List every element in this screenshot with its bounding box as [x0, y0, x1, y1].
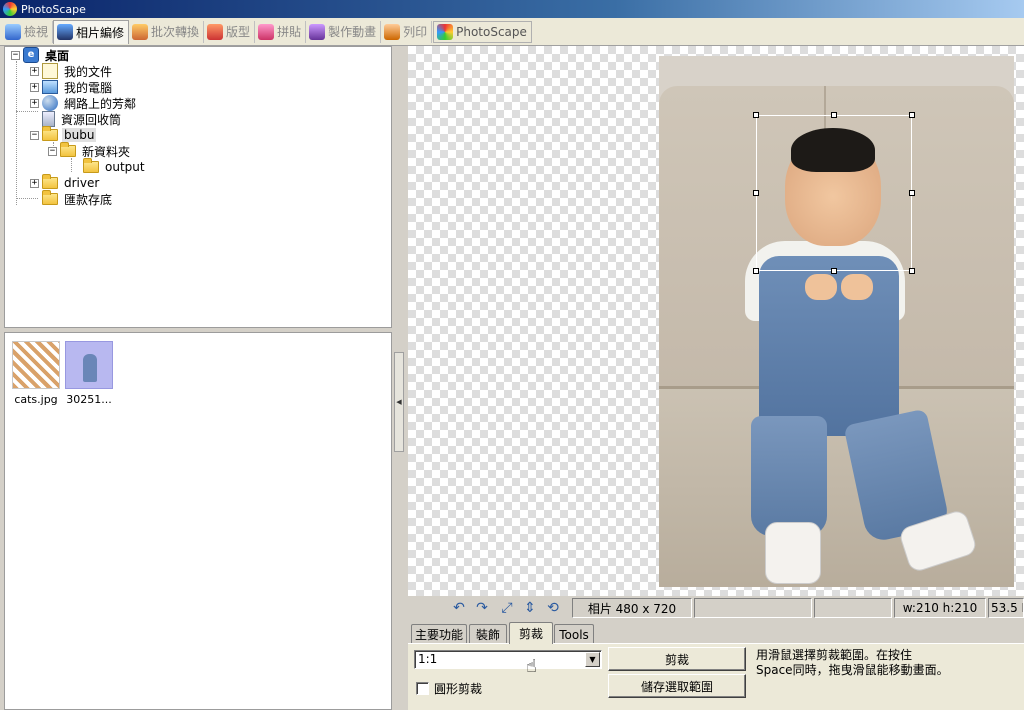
desktop-icon: e [23, 47, 39, 63]
checkbox-box[interactable] [416, 682, 429, 695]
crop-handle[interactable] [831, 112, 837, 118]
tab-crop[interactable]: 剪裁 [509, 622, 553, 644]
print-icon [384, 23, 401, 40]
combine-icon [258, 23, 275, 40]
crop-handle[interactable] [753, 112, 759, 118]
editor-icon [57, 24, 74, 40]
photoscape-icon [437, 23, 454, 40]
viewer-icon [5, 23, 21, 40]
hand-cursor-icon: ☝ [526, 656, 537, 677]
crop-handle[interactable] [753, 190, 759, 196]
thumbnail-image [12, 341, 60, 389]
batch-icon [132, 23, 149, 40]
tree-node-network[interactable]: + 網路上的芳鄰 [30, 95, 138, 111]
status-cell-empty [814, 598, 892, 618]
save-selection-button[interactable]: 儲存選取範圍 [608, 674, 746, 698]
tab-editor[interactable]: 相片編修 [53, 19, 130, 44]
thumbnail-item[interactable]: cats.jpg [12, 341, 60, 406]
actual-size-icon[interactable]: ⟲ [545, 600, 561, 616]
tab-page[interactable]: 版型 [204, 20, 256, 43]
crop-handle[interactable] [753, 268, 759, 274]
arrow-left-icon: ◀ [396, 398, 402, 406]
thumbnail-item[interactable]: 30251... [65, 341, 113, 406]
tree-node-remittance[interactable]: 匯款存底 [42, 190, 114, 207]
rotate-right-icon[interactable]: ↷ [474, 600, 490, 616]
circle-crop-checkbox[interactable]: 圓形剪裁 [416, 680, 482, 697]
expand-toggle[interactable]: + [30, 98, 39, 108]
collapse-toggle[interactable]: − [30, 130, 39, 140]
tab-animated-gif[interactable]: 製作動畫 [306, 20, 382, 43]
crop-handle[interactable] [831, 268, 837, 274]
tab-decoration[interactable]: 裝飾 [469, 624, 507, 644]
thumbnail-filename: 30251... [66, 393, 112, 406]
folder-icon [83, 158, 99, 173]
crop-ratio-select[interactable]: 1:1 ▼ [414, 650, 602, 669]
rotate-left-icon[interactable]: ↶ [451, 600, 467, 616]
computer-icon [42, 80, 58, 94]
folder-icon [42, 190, 58, 205]
photoscape-logo-icon [3, 2, 17, 16]
expand-toggle[interactable]: + [30, 66, 39, 76]
collapse-left-panel-button[interactable]: ◀ [394, 352, 404, 452]
dropdown-arrow-icon[interactable]: ▼ [585, 652, 600, 667]
expand-toggle[interactable]: + [30, 178, 39, 188]
collapse-toggle[interactable]: − [48, 146, 57, 156]
folder-open-icon [42, 126, 58, 141]
tree-node-new-folder[interactable]: − 新資料夾 [48, 142, 132, 159]
crop-button[interactable]: 剪裁 [608, 647, 746, 671]
tab-batch[interactable]: 批次轉換 [129, 20, 205, 43]
title-bar: PhotoScape [0, 0, 1024, 18]
tab-tools[interactable]: Tools [554, 624, 594, 644]
tab-viewer[interactable]: 檢視 [2, 20, 54, 43]
window-title: PhotoScape [21, 2, 86, 16]
folder-icon [42, 174, 58, 189]
crop-handle[interactable] [909, 268, 915, 274]
tab-print[interactable]: 列印 [381, 20, 433, 43]
recycle-bin-icon [42, 111, 55, 127]
tab-photoscape[interactable]: PhotoScape [433, 20, 532, 43]
tree-node-my-computer[interactable]: + 我的電腦 [30, 79, 114, 95]
tree-node-desktop[interactable]: − e 桌面 [11, 47, 71, 63]
tree-node-driver[interactable]: + driver [30, 174, 101, 191]
animation-icon [309, 23, 326, 40]
photo-size-readout: 相片 480 x 720 [572, 598, 692, 618]
folder-tree[interactable]: − e 桌面 + 我的文件 + 我的電腦 + 網路上的芳鄰 資源回收筒 − bu… [4, 46, 392, 328]
crop-hint-text: 用滑鼠選擇剪裁範圍。在按住 Space同時，拖曳滑鼠能移動畫面。 [756, 648, 949, 677]
thumbnail-panel: cats.jpg 30251... [4, 332, 392, 710]
page-icon [207, 23, 224, 40]
collapse-toggle[interactable]: − [11, 50, 20, 60]
thumbnail-image [65, 341, 113, 389]
folder-icon [60, 142, 76, 157]
main-toolbar: 檢視 相片編修 批次轉換 版型 拼貼 製作動畫 列印 PhotoScape [0, 18, 1024, 46]
thumbnail-filename: cats.jpg [14, 393, 58, 406]
tree-node-output[interactable]: output [83, 158, 147, 175]
crop-handle[interactable] [909, 112, 915, 118]
expand-toggle[interactable]: + [30, 82, 39, 92]
tree-node-my-documents[interactable]: + 我的文件 [30, 63, 114, 79]
status-bar: ↶ ↷ ⤢ ⇕ ⟲ 相片 480 x 720 w:210 h:210 53.5 … [408, 596, 1024, 620]
status-cell-empty [694, 598, 812, 618]
tab-combine[interactable]: 拼貼 [255, 20, 307, 43]
edit-tabs: 主要功能 裝飾 剪裁 Tools [408, 622, 1024, 644]
tree-node-recycle-bin[interactable]: 資源回收筒 [42, 111, 123, 127]
tab-home[interactable]: 主要功能 [411, 624, 467, 644]
tree-node-bubu[interactable]: − bubu [30, 126, 97, 143]
fit-width-icon[interactable]: ⤢ [499, 600, 515, 616]
crop-selection[interactable] [756, 115, 912, 271]
documents-icon [42, 63, 58, 79]
selection-size-readout: w:210 h:210 [894, 598, 986, 618]
crop-handle[interactable] [909, 190, 915, 196]
fit-height-icon[interactable]: ⇕ [522, 600, 538, 616]
network-icon [42, 95, 58, 111]
file-size-readout: 53.5 K [988, 598, 1024, 618]
